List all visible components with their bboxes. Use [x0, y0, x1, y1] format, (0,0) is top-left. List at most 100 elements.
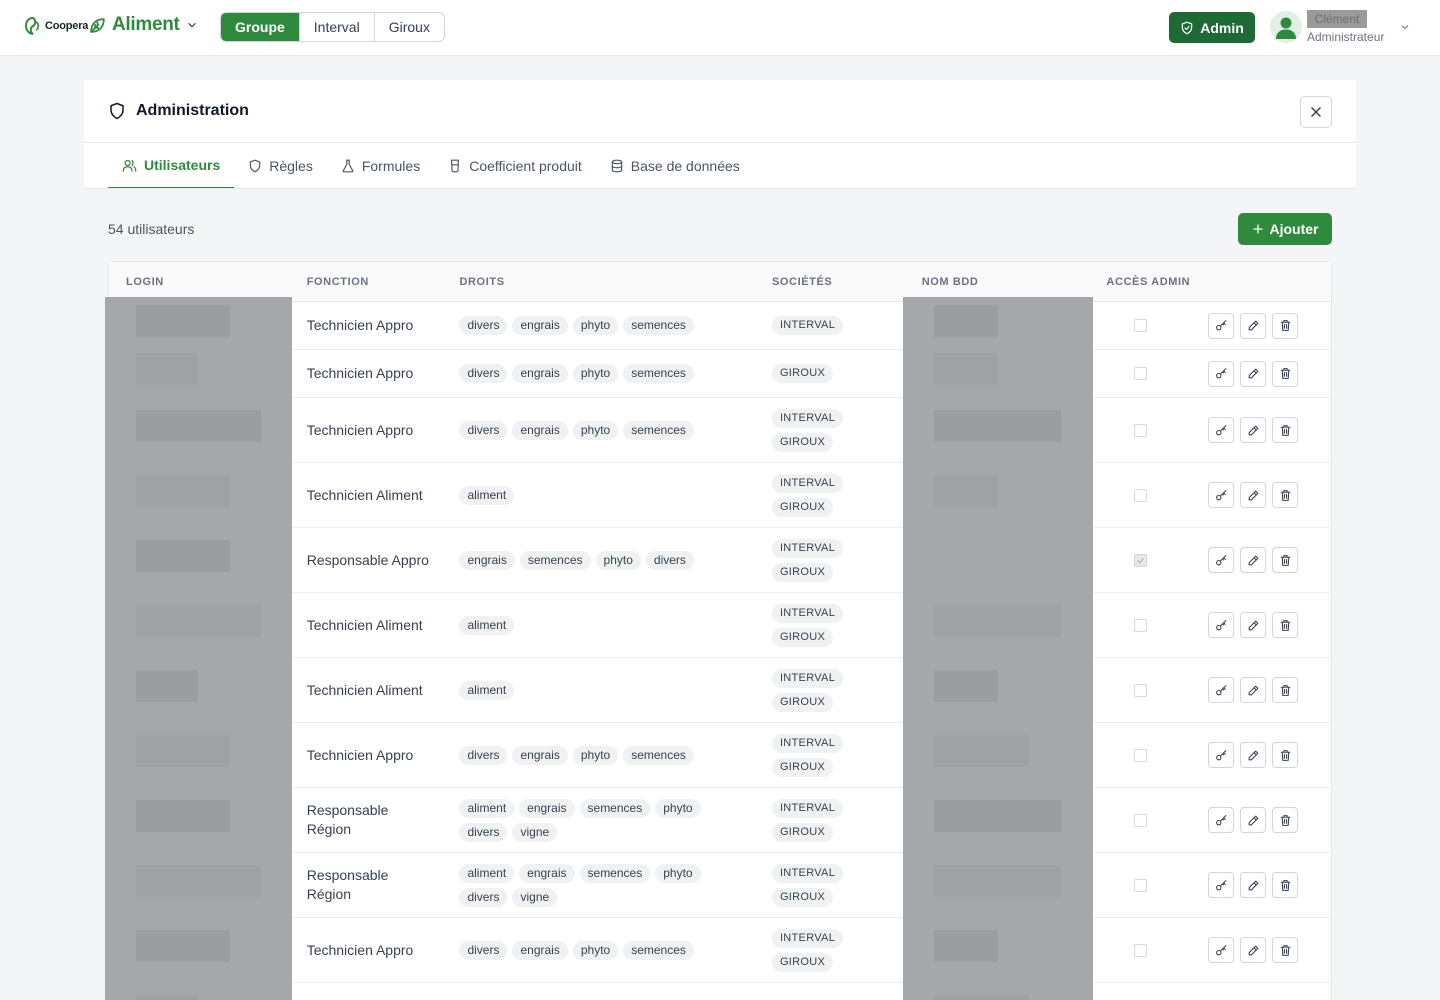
redaction-block	[136, 930, 230, 962]
header-fonction[interactable]: FONCTION	[293, 262, 446, 301]
key-button[interactable]	[1208, 807, 1235, 833]
edit-button[interactable]	[1240, 417, 1267, 443]
key-icon	[1215, 879, 1227, 890]
header-nom-bdd[interactable]: NOM BDD	[908, 262, 1093, 301]
redaction-block	[136, 865, 261, 897]
admin-access-checkbox[interactable]	[1134, 367, 1148, 380]
tab-formules[interactable]: Formules	[327, 143, 434, 189]
redaction-block	[136, 353, 198, 385]
delete-button[interactable]	[1272, 937, 1299, 963]
key-button[interactable]	[1208, 360, 1235, 387]
cell-acces-admin	[1092, 423, 1208, 437]
segment-interval[interactable]: Interval	[298, 13, 374, 41]
droit-tag: aliment	[459, 615, 515, 635]
cell-fonction: Technicien Appro	[306, 746, 414, 763]
edit-button[interactable]	[1240, 612, 1267, 638]
droit-tag: vigne	[512, 822, 558, 842]
user-menu[interactable]: Clément Administrateur	[1270, 10, 1411, 44]
societe-badge: GIROUX	[771, 497, 834, 517]
admin-access-checkbox[interactable]	[1134, 319, 1148, 332]
droit-tag: engrais	[512, 364, 568, 383]
delete-button[interactable]	[1272, 612, 1299, 638]
segment-groupe[interactable]: Groupe	[221, 13, 299, 41]
tab-base-de-donnees[interactable]: Base de données	[596, 143, 754, 189]
header-acces-admin[interactable]: ACCÈS ADMIN	[1092, 262, 1208, 301]
key-button[interactable]	[1208, 742, 1235, 768]
redaction-block	[934, 305, 998, 337]
delete-button[interactable]	[1272, 312, 1299, 339]
delete-button[interactable]	[1272, 872, 1299, 898]
redaction-block	[136, 540, 230, 572]
delete-button[interactable]	[1272, 417, 1299, 443]
header-login[interactable]: LOGIN	[109, 262, 293, 301]
edit-button[interactable]	[1240, 482, 1267, 508]
segment-giroux[interactable]: Giroux	[373, 13, 444, 41]
edit-button[interactable]	[1240, 807, 1267, 833]
delete-button[interactable]	[1272, 742, 1299, 768]
cell-droits: aliment	[445, 615, 757, 635]
key-button[interactable]	[1208, 312, 1235, 339]
add-user-button[interactable]: Ajouter	[1238, 213, 1332, 245]
admin-access-checkbox[interactable]	[1134, 488, 1148, 502]
key-button[interactable]	[1208, 547, 1235, 573]
delete-button[interactable]	[1272, 360, 1299, 387]
edit-button[interactable]	[1240, 872, 1267, 898]
key-button[interactable]	[1208, 872, 1235, 898]
table-row: Technicien Aliment aliment INTERVAL GIROUX	[109, 593, 1331, 658]
cell-societes: GIROUX	[758, 364, 908, 383]
key-button[interactable]	[1208, 417, 1235, 443]
close-button[interactable]	[1300, 96, 1332, 128]
edit-button[interactable]	[1240, 677, 1267, 703]
delete-button[interactable]	[1272, 482, 1299, 508]
redaction-block	[136, 475, 230, 507]
admin-access-checkbox[interactable]	[1134, 813, 1148, 827]
cell-societes: INTERVAL GIROUX	[758, 863, 908, 907]
admin-access-checkbox[interactable]	[1134, 683, 1148, 697]
admin-access-checkbox[interactable]	[1134, 878, 1148, 892]
tab-utilisateurs[interactable]: Utilisateurs	[108, 143, 235, 189]
redacted-login-column	[105, 297, 292, 1000]
trash-icon	[1280, 424, 1291, 436]
droit-tag: engrais	[512, 940, 568, 960]
coopera-logo[interactable]: Coopera	[24, 16, 88, 36]
key-button[interactable]	[1208, 937, 1235, 963]
avatar	[1270, 11, 1302, 43]
admin-button[interactable]: Admin	[1169, 12, 1255, 43]
cell-societes: INTERVAL GIROUX	[758, 538, 908, 582]
edit-button[interactable]	[1240, 742, 1267, 768]
admin-access-checkbox[interactable]	[1134, 618, 1148, 632]
header-droits[interactable]: DROITS	[445, 262, 757, 301]
edit-button[interactable]	[1240, 937, 1267, 963]
key-icon	[1215, 554, 1227, 565]
droit-tag: semences	[623, 316, 694, 335]
delete-button[interactable]	[1272, 677, 1299, 703]
societe-badge: INTERVAL	[771, 733, 844, 753]
table-body: Technicien Appro divers engrais phyto semenc…	[109, 302, 1331, 1000]
edit-button[interactable]	[1240, 547, 1267, 573]
users-count: 54 utilisateurs	[108, 221, 195, 237]
admin-access-checkbox[interactable]	[1134, 423, 1148, 437]
admin-access-checkbox[interactable]	[1134, 748, 1148, 762]
cell-fonction: Technicien Appro	[306, 365, 414, 381]
edit-button[interactable]	[1240, 312, 1267, 339]
panel-header: Administration	[84, 80, 1356, 143]
cell-fonction: Technicien Aliment	[306, 681, 423, 698]
key-button[interactable]	[1208, 677, 1235, 703]
flask-icon	[342, 159, 354, 173]
key-button[interactable]	[1208, 482, 1235, 508]
admin-access-checkbox[interactable]	[1134, 943, 1148, 957]
key-icon	[1215, 424, 1227, 435]
delete-button[interactable]	[1272, 547, 1299, 573]
tab-regles[interactable]: Règles	[234, 143, 327, 189]
header-societes[interactable]: SOCIÉTÉS	[758, 262, 908, 301]
edit-button[interactable]	[1240, 360, 1267, 387]
societe-badge: GIROUX	[771, 887, 834, 907]
tab-label: Formules	[361, 158, 421, 174]
tab-coefficient-produit[interactable]: Coefficient produit	[434, 143, 596, 189]
cell-fonction: Technicien Aliment	[306, 486, 423, 503]
delete-button[interactable]	[1272, 807, 1299, 833]
trash-icon	[1280, 320, 1291, 331]
admin-access-checkbox[interactable]	[1134, 553, 1148, 567]
app-switcher[interactable]: Aliment	[88, 14, 199, 36]
key-button[interactable]	[1208, 612, 1235, 638]
